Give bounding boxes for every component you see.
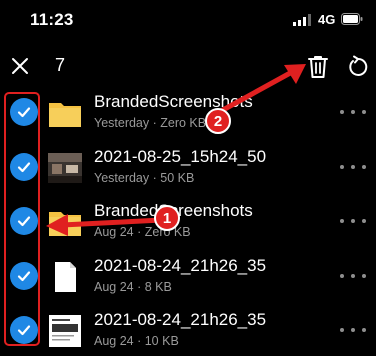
- selection-toolbar: 7: [0, 44, 376, 90]
- file-name: BrandedScreenshots: [94, 92, 253, 111]
- more-options-icon[interactable]: [340, 211, 366, 231]
- file-meta: Yesterday · Zero KB: [94, 116, 207, 130]
- step-badge-1: 1: [154, 205, 180, 231]
- close-icon[interactable]: [8, 54, 32, 78]
- status-time: 11:23: [30, 10, 74, 29]
- battery-icon: [341, 13, 363, 25]
- photo-thumbnail: [48, 152, 82, 183]
- file-name: 2021-08-24_21h26_35: [94, 310, 267, 329]
- folder-icon: [49, 212, 81, 236]
- document-icon: [55, 261, 76, 292]
- file-row[interactable]: 2021-08-24_21h26_35 Aug 24 · 10 KB: [0, 304, 376, 356]
- refresh-icon[interactable]: [346, 55, 370, 79]
- more-options-icon[interactable]: [340, 157, 366, 177]
- selected-count: 7: [55, 55, 66, 75]
- file-list: BrandedScreenshots Yesterday · Zero KB 2…: [0, 86, 376, 356]
- more-options-icon[interactable]: [340, 266, 366, 286]
- cellular-signal-icon: [293, 14, 311, 26]
- screenshot-thumbnail: [49, 315, 81, 347]
- step-badge-2: 2: [205, 108, 231, 134]
- checkbox-highlight-box: [4, 92, 40, 346]
- folder-icon: [49, 103, 81, 127]
- network-type: 4G: [318, 12, 336, 27]
- file-name: 2021-08-24_21h26_35: [94, 255, 267, 275]
- file-meta: Aug 24 · 10 KB: [94, 334, 179, 348]
- file-meta: Yesterday · 50 KB: [94, 170, 195, 185]
- trash-icon[interactable]: [306, 54, 330, 80]
- file-row[interactable]: 2021-08-25_15h24_50 Yesterday · 50 KB: [0, 141, 376, 196]
- status-bar: 11:23 4G: [0, 0, 376, 40]
- file-row[interactable]: BrandedScreenshots Yesterday · Zero KB: [0, 86, 376, 141]
- file-row[interactable]: 2021-08-24_21h26_35 Aug 24 · 8 KB: [0, 250, 376, 305]
- more-options-icon[interactable]: [340, 320, 366, 340]
- file-name: 2021-08-25_15h24_50: [94, 146, 267, 166]
- file-row[interactable]: BrandedScreenshots Aug 24 · Zero KB: [0, 195, 376, 250]
- more-options-icon[interactable]: [340, 102, 366, 122]
- file-meta: Aug 24 · 8 KB: [94, 279, 172, 294]
